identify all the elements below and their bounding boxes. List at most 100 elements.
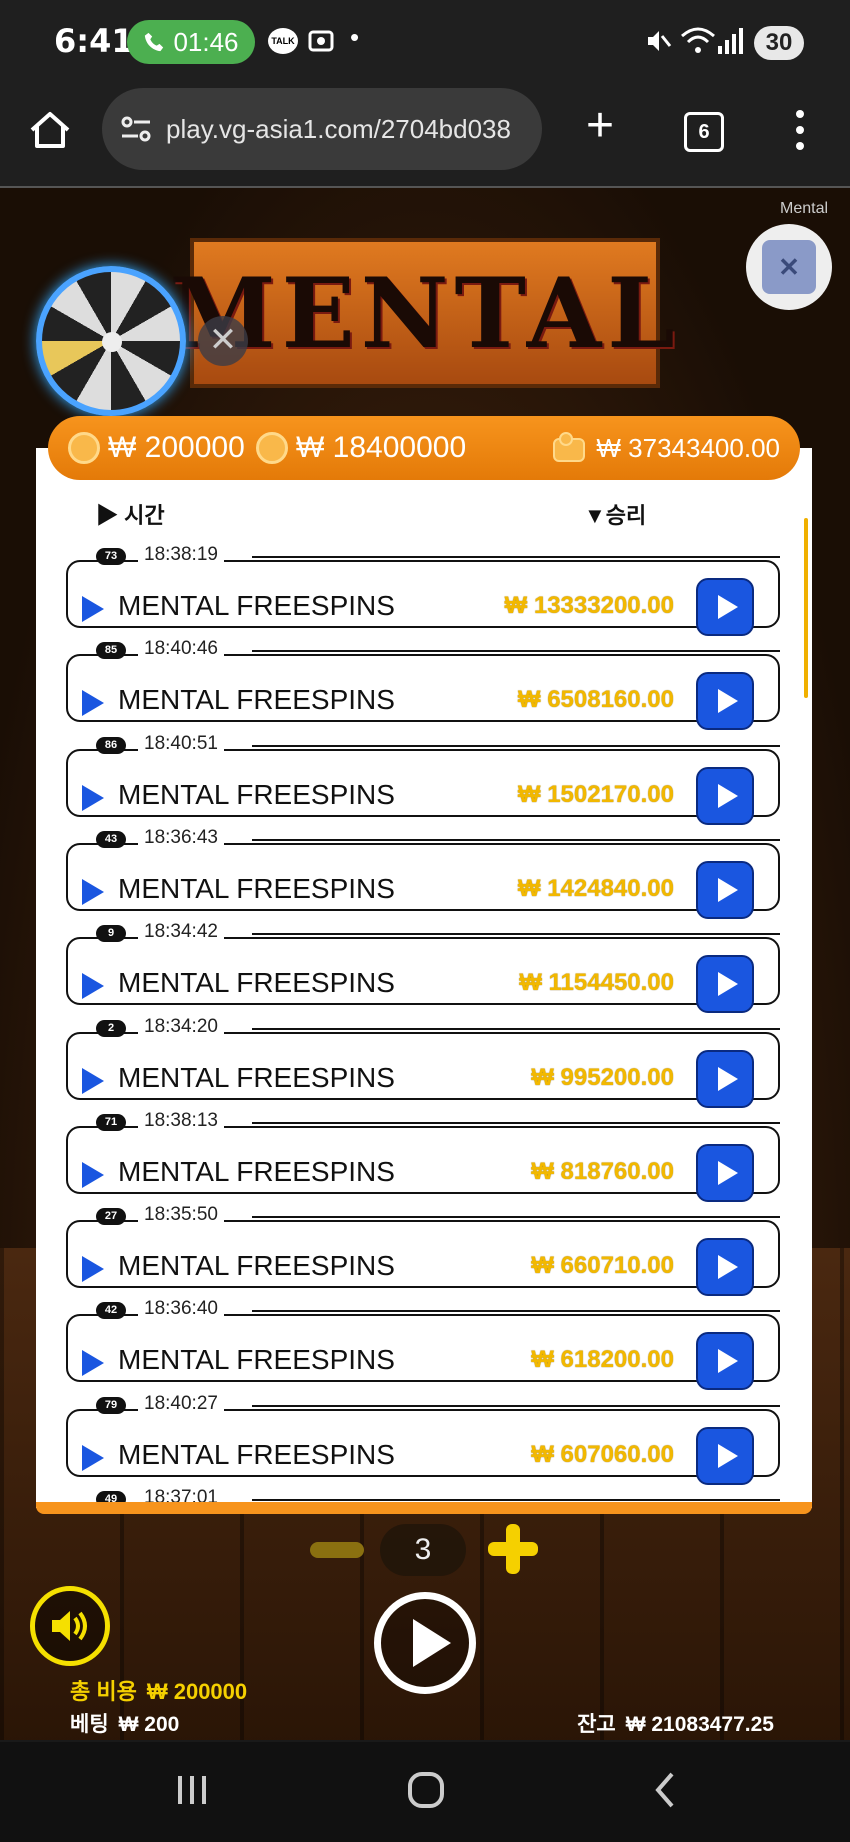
history-row-amount: ₩ 1502170.00 bbox=[517, 780, 674, 808]
home-nav-icon[interactable] bbox=[406, 1770, 446, 1810]
play-replay-button[interactable] bbox=[696, 1143, 754, 1202]
history-row-index: 73 bbox=[96, 548, 126, 565]
play-replay-button[interactable] bbox=[696, 1332, 754, 1391]
play-replay-button[interactable] bbox=[696, 1426, 754, 1485]
kakaotalk-icon: TALK bbox=[268, 28, 298, 54]
speaker-icon bbox=[52, 1611, 87, 1641]
history-row-time: 18:34:42 bbox=[138, 921, 224, 944]
play-replay-button[interactable] bbox=[696, 1049, 754, 1108]
history-row[interactable]: MENTAL FREESPINS ₩ 995200.00 2 18:34:20 bbox=[66, 1015, 780, 1108]
history-row[interactable]: MENTAL FREESPINS ₩ 607060.00 79 18:40:27 bbox=[66, 1392, 780, 1485]
replay-arrow-icon[interactable] bbox=[82, 1256, 104, 1283]
spin-button[interactable] bbox=[374, 1592, 476, 1694]
history-row-time: 18:40:27 bbox=[138, 1392, 224, 1415]
history-row-card: MENTAL FREESPINS ₩ 618200.00 bbox=[66, 1314, 780, 1391]
close-icon[interactable]: ✕ bbox=[198, 316, 248, 366]
new-tab-icon[interactable]: + bbox=[578, 102, 622, 150]
row-divider bbox=[252, 650, 780, 653]
increase-button[interactable] bbox=[484, 1520, 542, 1578]
call-timer: 01:46 bbox=[173, 26, 239, 57]
history-row[interactable]: MENTAL FREESPINS ₩ 1154450.00 9 18:34:42 bbox=[66, 921, 780, 1014]
play-replay-button[interactable] bbox=[696, 1238, 754, 1297]
history-row-amount: ₩ 618200.00 bbox=[531, 1346, 674, 1374]
history-row-amount: ₩ 995200.00 bbox=[531, 1063, 674, 1091]
mini-game-button[interactable]: ✕ bbox=[746, 224, 832, 310]
history-row-card: MENTAL FREESPINS ₩ 818760.00 bbox=[66, 1125, 780, 1202]
header-won: ₩ 18400000 bbox=[256, 431, 466, 465]
address-bar[interactable]: play.vg-asia1.com/2704bd038 bbox=[102, 88, 542, 170]
play-replay-button[interactable] bbox=[696, 955, 754, 1014]
replay-arrow-icon[interactable] bbox=[82, 1444, 104, 1471]
bet-count-display: 3 bbox=[380, 1524, 466, 1576]
coin-stack-icon bbox=[256, 432, 288, 464]
history-row-amount: ₩ 6508160.00 bbox=[517, 686, 674, 714]
history-row-card: MENTAL FREESPINS ₩ 1424840.00 bbox=[66, 842, 780, 919]
row-divider bbox=[252, 838, 780, 841]
replay-arrow-icon[interactable] bbox=[82, 878, 104, 905]
game-logo: MENTAL bbox=[169, 238, 675, 388]
replay-arrow-icon[interactable] bbox=[82, 1161, 104, 1188]
win-history-list[interactable]: ▶ 시간 ▼승리 MENTAL FREESPINS ₩ 13333200.00 73… bbox=[36, 448, 812, 1508]
history-row-index: 9 bbox=[96, 925, 126, 943]
history-row[interactable]: MENTAL FREESPINS ₩ 618200.00 42 18:36:40 bbox=[66, 1298, 780, 1391]
dot-icon: • bbox=[350, 22, 360, 52]
history-row[interactable]: MENTAL FREESPINS ₩ 13333200.00 73 18:38:19 bbox=[66, 544, 780, 636]
history-row-amount: ₩ 1154450.00 bbox=[519, 969, 674, 997]
back-icon[interactable] bbox=[650, 1770, 680, 1810]
row-divider bbox=[252, 556, 780, 558]
history-row-name: MENTAL FREESPINS bbox=[118, 1061, 395, 1093]
replay-arrow-icon[interactable] bbox=[82, 784, 104, 811]
tab-switcher-button[interactable]: 6 bbox=[684, 112, 724, 152]
row-divider bbox=[252, 1499, 780, 1501]
history-row-name: MENTAL FREESPINS bbox=[118, 1438, 395, 1470]
play-replay-button[interactable] bbox=[696, 766, 754, 825]
panel-footer-bar bbox=[36, 1502, 812, 1514]
wifi-icon bbox=[681, 27, 715, 53]
history-row[interactable]: MENTAL FREESPINS ₩ 6508160.00 85 18:40:46 bbox=[66, 638, 780, 731]
site-settings-icon[interactable] bbox=[120, 114, 152, 144]
home-icon[interactable] bbox=[28, 108, 72, 152]
history-row-index: 85 bbox=[96, 642, 126, 660]
list-scrollbar[interactable] bbox=[804, 518, 808, 698]
column-win[interactable]: ▼승리 bbox=[584, 498, 646, 530]
replay-arrow-icon[interactable] bbox=[82, 973, 104, 1000]
history-row-time: 18:40:51 bbox=[138, 732, 224, 755]
play-replay-button[interactable] bbox=[696, 860, 754, 919]
history-row-card: MENTAL FREESPINS ₩ 607060.00 bbox=[66, 1408, 780, 1485]
replay-arrow-icon[interactable] bbox=[82, 1067, 104, 1094]
status-time: 6:41 bbox=[54, 22, 134, 60]
row-divider bbox=[252, 933, 780, 936]
battery-indicator: 30 bbox=[754, 26, 804, 60]
sound-toggle-button[interactable] bbox=[30, 1586, 110, 1666]
recent-apps-icon[interactable] bbox=[172, 1772, 212, 1808]
mute-icon bbox=[648, 31, 672, 51]
history-row[interactable]: MENTAL FREESPINS ₩ 660710.00 27 18:35:50 bbox=[66, 1204, 780, 1297]
row-divider bbox=[252, 1121, 780, 1124]
history-row[interactable]: MENTAL FREESPINS ₩ 818760.00 71 18:38:13 bbox=[66, 1109, 780, 1202]
history-row[interactable]: MENTAL FREESPINS ₩ 1424840.00 43 18:36:43 bbox=[66, 826, 780, 919]
history-row-time: 18:40:46 bbox=[138, 638, 224, 661]
call-indicator[interactable]: 01:46 bbox=[127, 20, 255, 64]
history-row-index: 71 bbox=[96, 1113, 126, 1131]
play-replay-button[interactable] bbox=[696, 672, 754, 731]
history-row-index: 42 bbox=[96, 1302, 126, 1320]
history-row-amount: ₩ 607060.00 bbox=[531, 1440, 674, 1468]
replay-arrow-icon[interactable] bbox=[82, 1350, 104, 1377]
history-row-amount: ₩ 1424840.00 bbox=[517, 874, 674, 902]
history-row-name: MENTAL FREESPINS bbox=[118, 684, 395, 716]
bonus-wheel-icon[interactable] bbox=[36, 266, 186, 416]
row-divider bbox=[252, 1404, 780, 1407]
signal-icon bbox=[718, 28, 743, 54]
win-history-panel: ▶ 시간 ▼승리 MENTAL FREESPINS ₩ 13333200.00 73… bbox=[36, 416, 812, 1514]
history-row-amount: ₩ 660710.00 bbox=[531, 1252, 674, 1280]
play-replay-button[interactable] bbox=[696, 578, 754, 636]
history-row[interactable]: MENTAL FREESPINS ₩ 1502170.00 86 18:40:51 bbox=[66, 732, 780, 825]
history-row-index: 79 bbox=[96, 1396, 126, 1414]
coin-icon bbox=[68, 432, 100, 464]
replay-arrow-icon[interactable] bbox=[82, 690, 104, 717]
bet-amount: 베팅 ₩ 200 bbox=[70, 1713, 180, 1736]
decrease-button[interactable] bbox=[310, 1542, 364, 1558]
more-menu-icon[interactable] bbox=[792, 108, 808, 152]
column-time[interactable]: ▶ 시간 bbox=[96, 498, 165, 530]
replay-arrow-icon[interactable] bbox=[82, 596, 104, 622]
